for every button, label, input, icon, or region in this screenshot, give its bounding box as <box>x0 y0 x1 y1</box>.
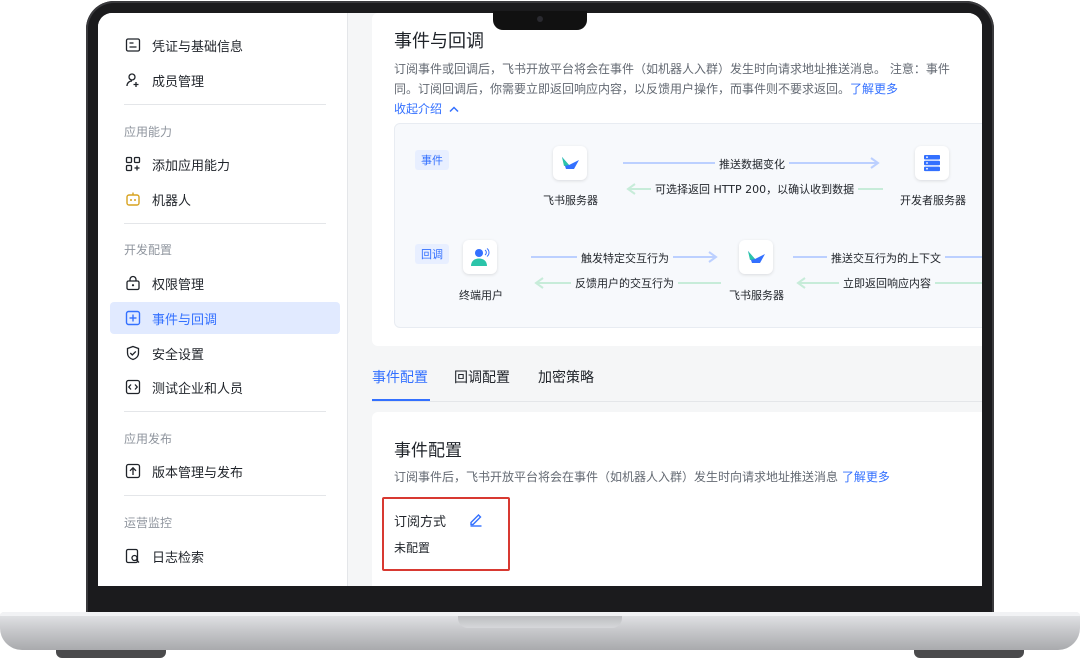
callback-back1-label: 反馈用户的交互行为 <box>571 275 678 291</box>
camera-notch <box>493 11 587 30</box>
event-forward-label: 推送数据变化 <box>715 156 789 172</box>
subscribe-mode-highlight: 订阅方式 未配置 <box>382 497 510 571</box>
sidebar-item-permissions[interactable]: 权限管理 <box>110 267 340 299</box>
sidebar-item-add-capability[interactable]: 添加应用能力 <box>110 148 340 180</box>
camera-icon <box>537 16 543 22</box>
tab-encryption[interactable]: 加密策略 <box>538 367 594 387</box>
sidebar-item-label: 版本管理与发布 <box>152 465 244 481</box>
feishu-logo-icon <box>553 146 587 180</box>
sidebar: 凭证与基础信息 成员管理 应用能力 添加应用能力 机器人 开发配置 权限管理 事… <box>98 13 348 586</box>
sidebar-divider <box>124 223 326 224</box>
event-tag: 事件 <box>415 150 449 170</box>
edit-icon[interactable] <box>468 511 484 527</box>
sidebar-item-logs[interactable]: 日志检索 <box>110 540 340 572</box>
learn-more-link[interactable]: 了解更多 <box>850 82 898 96</box>
sidebar-item-label: 日志检索 <box>152 550 205 566</box>
callback-forward1-label: 触发特定交互行为 <box>577 250 673 266</box>
tab-callback-config[interactable]: 回调配置 <box>454 367 510 387</box>
sidebar-group-title: 开发配置 <box>124 243 173 257</box>
upload-icon <box>124 462 142 480</box>
sidebar-divider <box>124 104 326 105</box>
laptop-foot-right <box>914 650 1024 658</box>
user-plus-icon <box>124 71 142 89</box>
feishu-logo-icon <box>739 240 773 274</box>
section-description: 订阅事件后，飞书开放平台将会在事件（如机器人入群）发生时向请求地址推送消息 了解… <box>394 468 890 485</box>
tabs-divider <box>372 401 982 402</box>
shield-icon <box>124 344 142 362</box>
sidebar-divider <box>124 495 326 496</box>
sidebar-item-label: 权限管理 <box>152 277 205 293</box>
callback-tag: 回调 <box>415 244 449 264</box>
sidebar-item-events-callbacks[interactable]: 事件与回调 <box>110 302 340 334</box>
sidebar-item-bot[interactable]: 机器人 <box>110 183 340 215</box>
sidebar-item-label: 测试企业和人员 <box>152 381 244 397</box>
node-end-user: 终端用户 <box>459 289 503 302</box>
section-title: 事件配置 <box>394 441 462 461</box>
sidebar-group-title: 应用能力 <box>124 125 173 139</box>
callback-forward2-label: 推送交互行为的上下文 <box>827 250 945 266</box>
event-config-card: 事件配置 订阅事件后，飞书开放平台将会在事件（如机器人入群）发生时向请求地址推送… <box>372 412 982 586</box>
intro-desc-line: 订阅事件或回调后，飞书开放平台将会在事件（如机器人入群）发生时向请求地址推送消息… <box>394 62 950 76</box>
sidebar-group-title: 运营监控 <box>124 516 173 530</box>
laptop-foot-left <box>56 650 166 658</box>
event-callback-icon <box>124 309 142 327</box>
sidebar-item-members[interactable]: 成员管理 <box>110 64 340 96</box>
collapse-label: 收起介绍 <box>394 102 443 116</box>
sidebar-item-label: 机器人 <box>152 193 192 209</box>
learn-more-link[interactable]: 了解更多 <box>842 470 890 484</box>
collapse-intro-button[interactable]: 收起介绍 <box>394 100 459 117</box>
page-title: 事件与回调 <box>394 31 484 52</box>
sidebar-item-label: 凭证与基础信息 <box>152 39 244 55</box>
laptop-groove <box>458 616 622 628</box>
sidebar-item-test-tenants[interactable]: 测试企业和人员 <box>110 371 340 403</box>
lock-icon <box>124 274 142 292</box>
subscribe-mode-value: 未配置 <box>394 541 431 555</box>
apps-add-icon <box>124 155 142 173</box>
sidebar-item-credentials[interactable]: 凭证与基础信息 <box>110 29 340 61</box>
log-search-icon <box>124 547 142 565</box>
id-card-icon <box>124 36 142 54</box>
robot-icon <box>124 190 142 208</box>
node-feishu-server-2: 飞书服务器 <box>729 289 784 302</box>
chevron-up-icon <box>449 106 459 113</box>
sidebar-item-label: 安全设置 <box>152 347 205 363</box>
node-feishu-server: 飞书服务器 <box>543 194 598 207</box>
sidebar-item-versions[interactable]: 版本管理与发布 <box>110 455 340 487</box>
server-icon <box>915 146 949 180</box>
sidebar-item-label: 添加应用能力 <box>152 158 231 174</box>
sidebar-item-security[interactable]: 安全设置 <box>110 337 340 369</box>
user-icon <box>463 240 497 274</box>
tab-event-config[interactable]: 事件配置 <box>372 367 428 387</box>
section-desc-text: 订阅事件后，飞书开放平台将会在事件（如机器人入群）发生时向请求地址推送消息 <box>394 470 839 484</box>
intro-description: 订阅事件或回调后，飞书开放平台将会在事件（如机器人入群）发生时向请求地址推送消息… <box>394 59 982 99</box>
node-developer-server: 开发者服务器 <box>900 194 966 207</box>
sidebar-group-title: 应用发布 <box>124 432 173 446</box>
main-content: 事件与回调 订阅事件或回调后，飞书开放平台将会在事件（如机器人入群）发生时向请求… <box>348 13 982 586</box>
screen: 凭证与基础信息 成员管理 应用能力 添加应用能力 机器人 开发配置 权限管理 事… <box>98 13 982 586</box>
callback-back2-label: 立即返回响应内容 <box>839 275 935 291</box>
event-back-label: 可选择返回 HTTP 200，以确认收到数据 <box>651 181 859 197</box>
sidebar-divider <box>124 411 326 412</box>
subscribe-mode-label: 订阅方式 <box>394 515 447 530</box>
sidebar-item-label: 事件与回调 <box>152 312 218 328</box>
code-test-icon <box>124 378 142 396</box>
flow-diagram: 事件 飞书服务器 推送数据变化 可选择返回 HTTP 200，以确认收到数据 开… <box>394 123 982 328</box>
sidebar-item-label: 成员管理 <box>152 74 205 90</box>
intro-desc-line: 同。订阅回调后，你需要立即返回响应内容，以反馈用户操作，而事件则不要求返回。 <box>394 82 851 96</box>
